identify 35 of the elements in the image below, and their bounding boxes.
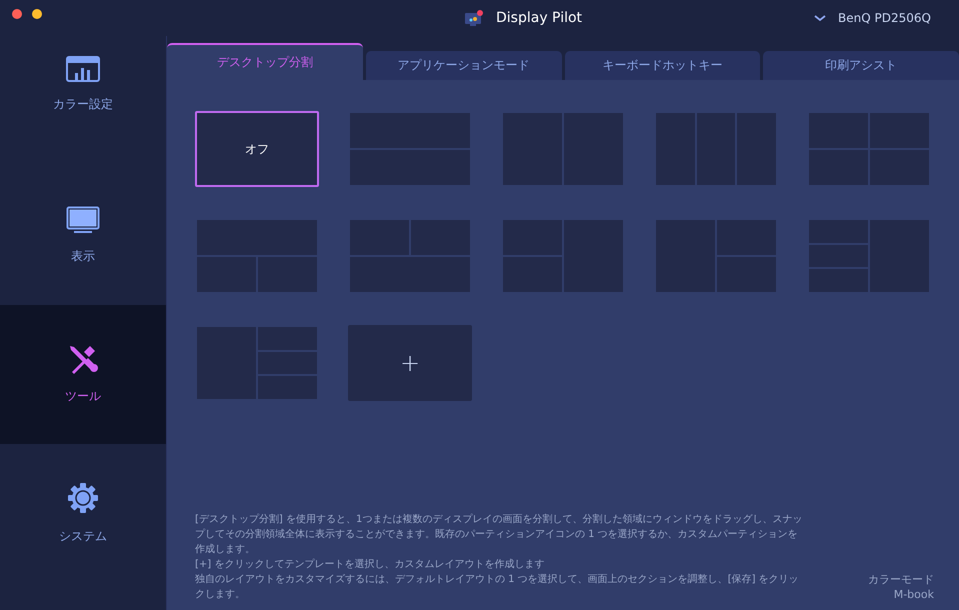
tab[interactable]: デスクトップ分割 xyxy=(167,43,363,80)
layout-template[interactable] xyxy=(807,111,931,187)
minimize-button[interactable] xyxy=(32,9,42,19)
sidebar-item[interactable]: カラー設定 xyxy=(0,44,166,166)
layout-template[interactable] xyxy=(348,111,472,187)
off-layout-button[interactable]: オフ xyxy=(195,111,319,187)
description-text: 独自のレイアウトをカスタマイズするには、デフォルトレイアウトの 1 つを選択して、画面上のセクションを調整し、[保存] をクリックします。 xyxy=(195,572,800,602)
sidebar-item[interactable]: ツール xyxy=(0,305,166,444)
color-mode-label: カラーモード xyxy=(868,572,934,587)
sidebar-item[interactable]: 表示 xyxy=(0,166,166,305)
chart-icon xyxy=(66,56,100,82)
layout-template[interactable] xyxy=(654,111,778,187)
layout-template[interactable] xyxy=(501,111,625,187)
layout-template[interactable] xyxy=(807,218,931,294)
monitor-icon xyxy=(66,206,100,234)
app-icon xyxy=(464,9,484,27)
tab[interactable]: アプリケーションモード xyxy=(366,51,562,80)
description-text: [+] をクリックしてテンプレートを選択し、カスタムレイアウトを作成します xyxy=(195,558,546,572)
settings-icon xyxy=(67,482,99,514)
tab[interactable]: 印刷アシスト xyxy=(763,51,959,80)
chevron-down-icon xyxy=(814,14,826,22)
layout-template[interactable] xyxy=(195,325,319,401)
layout-template[interactable] xyxy=(348,218,472,294)
tab[interactable]: キーボードホットキー xyxy=(564,51,760,80)
monitor-dropdown[interactable]: BenQ PD2506Q xyxy=(814,11,931,25)
sidebar-item[interactable]: システム xyxy=(0,444,166,583)
add-layout-button[interactable]: + xyxy=(348,325,472,401)
layout-template[interactable] xyxy=(654,218,778,294)
window-title: Display Pilot xyxy=(496,10,582,26)
tools-icon xyxy=(68,344,98,374)
layout-template[interactable] xyxy=(501,218,625,294)
layout-template[interactable] xyxy=(195,218,319,294)
color-mode-value: M-book xyxy=(894,587,934,602)
description-text: [デスクトップ分割] を使用すると、1つまたは複数のディスプレイの画面を分割して、分割した領域にウィンドウをドラッグし、スナップしてその分割領域全体に表示することができます。既存のパーティションアイコンの 1 つを選択するか、カスタムパーティションを作成します。 xyxy=(195,512,804,557)
close-button[interactable] xyxy=(12,9,22,19)
